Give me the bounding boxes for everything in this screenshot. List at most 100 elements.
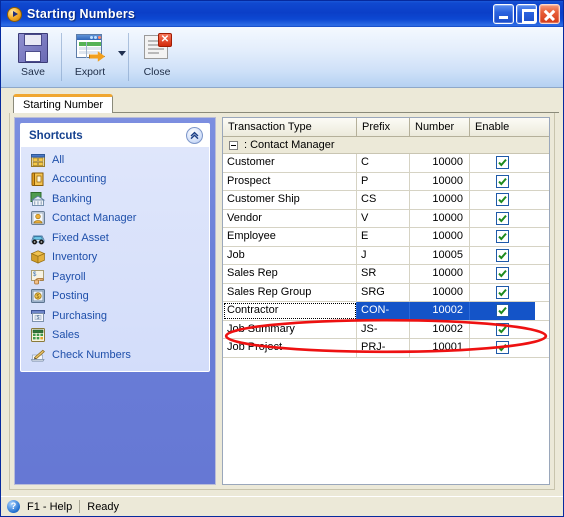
group-row-contact-manager[interactable]: : Contact Manager: [223, 137, 549, 154]
cell-enable[interactable]: [470, 191, 535, 209]
cell-number[interactable]: 10000: [410, 191, 470, 209]
cell-enable[interactable]: [470, 154, 535, 172]
cell-number[interactable]: 10000: [410, 228, 470, 246]
cell-transaction-type[interactable]: Contractor: [223, 302, 357, 320]
cell-transaction-type[interactable]: Job Project: [223, 339, 357, 357]
cell-transaction-type[interactable]: Prospect: [223, 172, 357, 190]
cell-enable[interactable]: [470, 210, 535, 228]
cell-number[interactable]: 10002: [410, 302, 470, 320]
cell-enable[interactable]: [470, 321, 535, 339]
cell-number[interactable]: 10001: [410, 339, 470, 357]
cell-transaction-type[interactable]: Customer Ship: [223, 191, 357, 209]
cell-number[interactable]: 10002: [410, 320, 470, 338]
sidebar-item-contact-manager[interactable]: Contact Manager: [21, 209, 209, 229]
enable-checkbox[interactable]: [496, 230, 509, 244]
sidebar-item-accounting[interactable]: Accounting: [21, 170, 209, 190]
table-row[interactable]: Vendor V 10000: [223, 209, 549, 228]
table-row[interactable]: Job Project PRJ- 10001: [223, 339, 549, 358]
grid-body: : Contact Manager Customer C 10000 Prosp…: [223, 137, 549, 484]
cell-number[interactable]: 10005: [410, 246, 470, 264]
cell-prefix[interactable]: PRJ-: [357, 339, 410, 357]
close-button[interactable]: [539, 4, 560, 24]
help-label[interactable]: F1 - Help: [27, 501, 72, 513]
cell-number[interactable]: 10000: [410, 265, 470, 283]
sidebar-item-all[interactable]: All: [21, 150, 209, 170]
table-row[interactable]: Sales Rep Group SRG 10000: [223, 283, 549, 302]
cell-number[interactable]: 10000: [410, 172, 470, 190]
column-header-number[interactable]: Number: [410, 118, 470, 136]
enable-checkbox[interactable]: [496, 211, 509, 225]
enable-checkbox[interactable]: [496, 248, 509, 262]
cell-prefix[interactable]: CS: [357, 191, 410, 209]
maximize-button[interactable]: [516, 4, 537, 24]
enable-checkbox[interactable]: [496, 341, 509, 355]
cell-transaction-type[interactable]: Job: [223, 246, 357, 264]
export-dropdown-arrow-icon[interactable]: [118, 51, 126, 56]
minimize-button[interactable]: [493, 4, 514, 24]
sidebar-item-label: Banking: [52, 192, 92, 205]
enable-checkbox[interactable]: [496, 322, 509, 336]
sidebar-item-label: Inventory: [52, 251, 98, 264]
sidebar-item-payroll[interactable]: $ Payroll: [21, 267, 209, 287]
table-row[interactable]: Job Summary JS- 10002: [223, 320, 549, 339]
cell-prefix[interactable]: CON-: [357, 302, 410, 320]
app-play-icon: [7, 6, 22, 22]
sidebar-item-fixed-asset[interactable]: Fixed Asset: [21, 228, 209, 248]
column-header-transaction-type[interactable]: Transaction Type: [223, 118, 357, 136]
cell-prefix[interactable]: V: [357, 209, 410, 227]
cell-transaction-type[interactable]: Job Summary: [223, 320, 357, 338]
table-row[interactable]: Customer C 10000: [223, 154, 549, 173]
cell-transaction-type[interactable]: Sales Rep: [223, 265, 357, 283]
table-row[interactable]: Prospect P 10000: [223, 172, 549, 191]
table-row-selected[interactable]: Contractor CON- 10002: [223, 302, 549, 321]
chevron-up-icon[interactable]: [186, 127, 203, 144]
cell-number[interactable]: 10000: [410, 209, 470, 227]
cell-enable[interactable]: [470, 173, 535, 191]
cell-enable[interactable]: [470, 228, 535, 246]
cell-prefix[interactable]: J: [357, 246, 410, 264]
save-button[interactable]: Save: [7, 31, 59, 78]
export-label: Export: [74, 66, 106, 78]
cell-transaction-type[interactable]: Customer: [223, 154, 357, 172]
sidebar-item-posting[interactable]: $ Posting: [21, 287, 209, 307]
sales-calculator-icon: [30, 327, 46, 343]
enable-checkbox[interactable]: [496, 174, 509, 188]
cell-prefix[interactable]: SRG: [357, 283, 410, 301]
sidebar-item-banking[interactable]: Banking: [21, 189, 209, 209]
table-row[interactable]: Employee E 10000: [223, 228, 549, 247]
cell-prefix[interactable]: P: [357, 172, 410, 190]
enable-checkbox[interactable]: [496, 156, 509, 170]
sidebar-item-sales[interactable]: Sales: [21, 326, 209, 346]
status-bar: ? F1 - Help Ready: [1, 496, 563, 516]
table-row[interactable]: Sales Rep SR 10000: [223, 265, 549, 284]
table-row[interactable]: Customer Ship CS 10000: [223, 191, 549, 210]
cell-enable[interactable]: [470, 284, 535, 302]
tab-starting-number[interactable]: Starting Number: [13, 94, 114, 113]
cell-prefix[interactable]: JS-: [357, 320, 410, 338]
cell-transaction-type[interactable]: Employee: [223, 228, 357, 246]
enable-checkbox[interactable]: [496, 267, 509, 281]
column-header-prefix[interactable]: Prefix: [357, 118, 410, 136]
cell-number[interactable]: 10000: [410, 154, 470, 172]
sidebar-item-inventory[interactable]: Inventory: [21, 248, 209, 268]
cell-prefix[interactable]: SR: [357, 265, 410, 283]
cell-prefix[interactable]: E: [357, 228, 410, 246]
cell-number[interactable]: 10000: [410, 283, 470, 301]
sidebar-item-check-numbers[interactable]: Check Numbers: [21, 345, 209, 365]
export-button[interactable]: Export: [64, 31, 116, 78]
enable-checkbox[interactable]: [496, 193, 509, 207]
enable-checkbox[interactable]: [496, 304, 509, 318]
table-row[interactable]: Job J 10005: [223, 246, 549, 265]
cell-enable[interactable]: [470, 265, 535, 283]
enable-checkbox[interactable]: [496, 285, 509, 299]
column-header-enable[interactable]: Enable: [470, 118, 535, 136]
cell-transaction-type[interactable]: Vendor: [223, 209, 357, 227]
cell-enable[interactable]: [470, 302, 535, 320]
cell-enable[interactable]: [470, 339, 535, 357]
sidebar-item-purchasing[interactable]: $ Purchasing: [21, 306, 209, 326]
cell-prefix[interactable]: C: [357, 154, 410, 172]
cell-transaction-type[interactable]: Sales Rep Group: [223, 283, 357, 301]
cell-enable[interactable]: [470, 247, 535, 265]
collapse-expander-icon[interactable]: [229, 140, 238, 150]
close-document-button[interactable]: ✕ Close: [131, 31, 183, 78]
